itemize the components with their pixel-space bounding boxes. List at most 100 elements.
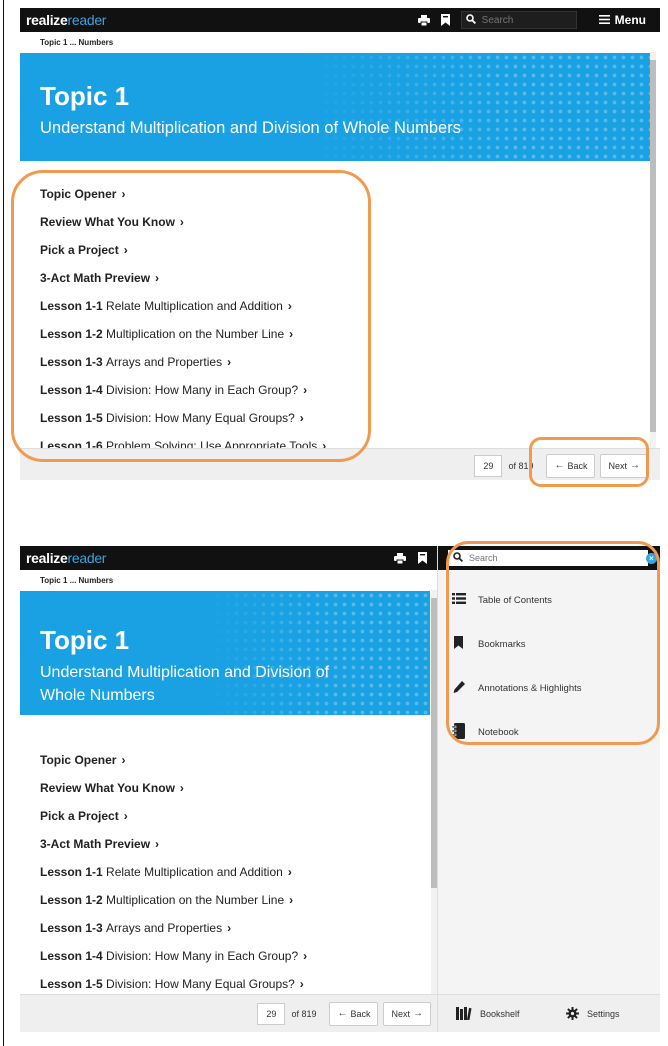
toc-item-lesson-number: Lesson 1-2 (40, 327, 103, 341)
top-toolbar: realizereader (20, 546, 437, 570)
pencil-icon (452, 680, 466, 697)
toc-item-title: Pick a Project (40, 243, 119, 257)
toc-item[interactable]: Lesson 1-2 Multiplication on the Number … (20, 886, 430, 914)
chevron-right-icon: › (303, 949, 308, 963)
side-menu-header: × (438, 546, 660, 570)
chevron-right-icon: › (289, 327, 294, 341)
topic-banner: Topic 1 Understand Multiplication and Di… (20, 591, 430, 715)
toc-item-lesson-number: Lesson 1-4 (40, 383, 103, 397)
app-logo[interactable]: realizereader (26, 550, 106, 566)
toc-item[interactable]: Topic Opener › (20, 746, 430, 774)
next-button[interactable]: Next → (600, 453, 648, 478)
toc-item[interactable]: Lesson 1-3 Arrays and Properties › (20, 348, 650, 376)
toc-item[interactable]: Lesson 1-3 Arrays and Properties › (20, 914, 430, 942)
toc-item-lesson-number: Lesson 1-4 (40, 949, 103, 963)
back-button[interactable]: ← Back (546, 453, 596, 478)
print-icon[interactable] (393, 551, 407, 565)
page-number-input[interactable] (257, 1002, 286, 1025)
next-button[interactable]: Next → (383, 1001, 431, 1026)
toc-item[interactable]: Lesson 1-1 Relate Multiplication and Add… (20, 858, 430, 886)
menu-item-label: Notebook (478, 726, 519, 738)
menu-item-notebook[interactable]: Notebook (438, 718, 660, 746)
toc-item[interactable]: Lesson 1-4 Division: How Many in Each Gr… (20, 376, 650, 404)
bookmark-icon[interactable] (439, 13, 453, 27)
settings-label: Settings (587, 1009, 620, 1019)
toc-item[interactable]: Topic Opener › (20, 180, 650, 208)
banner-dot-pattern (303, 53, 650, 161)
chevron-right-icon: › (179, 215, 184, 229)
next-label: Next (608, 460, 627, 471)
page-navigation-bar: of 819 ←Back Next→ (20, 448, 660, 480)
page-count-label: of 819 (508, 460, 534, 471)
menu-label: Menu (614, 13, 646, 27)
toc-item[interactable]: Pick a Project › (20, 802, 430, 830)
app-logo[interactable]: realizereader (26, 12, 106, 28)
menu-item-bookmarks[interactable]: Bookmarks (438, 630, 660, 658)
search-icon (465, 11, 476, 29)
settings-button[interactable]: Settings (566, 995, 620, 1032)
scrollbar-thumb[interactable] (650, 60, 656, 432)
toc-item[interactable]: 3-Act Math Preview › (20, 264, 650, 292)
toc-item-lesson-number: Lesson 1-1 (40, 299, 103, 313)
side-search-field[interactable] (448, 550, 648, 566)
toc-item-title: Relate Multiplication and Addition (106, 299, 283, 313)
menu-item-annotations[interactable]: Annotations & Highlights (438, 674, 660, 702)
toc-item-title: Review What You Know (40, 781, 175, 795)
toc-item[interactable]: Lesson 1-1 Relate Multiplication and Add… (20, 292, 650, 320)
logo-text-sub: reader (67, 550, 107, 566)
toc-item-title: Pick a Project (40, 809, 119, 823)
menu-item-label: Bookmarks (478, 638, 526, 650)
toc-item-title: Relate Multiplication and Addition (106, 865, 283, 879)
toc-item[interactable]: 3-Act Math Preview › (20, 830, 430, 858)
reader-view-menu-open: realizereader Topic 1 ... Numbers Topic … (20, 546, 660, 1032)
notebook-icon (451, 722, 466, 742)
toc-item-lesson-number: Lesson 1-5 (40, 977, 103, 991)
toc-item[interactable]: Review What You Know › (20, 208, 650, 236)
chevron-right-icon: › (227, 355, 232, 369)
chevron-right-icon: › (289, 893, 294, 907)
toc-item-title: 3-Act Math Preview (40, 837, 151, 851)
bookshelf-label: Bookshelf (480, 1009, 520, 1019)
page-frame: realizereader Menu Topic 1 ... Numbers T… (0, 0, 668, 1046)
topic-subtitle: Understand Multiplication and Division o… (40, 119, 461, 137)
toc-item[interactable]: Review What You Know › (20, 774, 430, 802)
toc-item-title: Division: How Many in Each Group? (106, 383, 299, 397)
bookshelf-button[interactable]: Bookshelf (456, 995, 520, 1032)
chevron-right-icon: › (121, 187, 126, 201)
bookmark-icon[interactable] (415, 551, 429, 565)
toc-item-lesson-number: Lesson 1-3 (40, 921, 103, 935)
menu-button[interactable]: Menu (598, 13, 646, 27)
search-input[interactable] (481, 14, 572, 26)
search-icon (453, 549, 464, 567)
search-field[interactable] (460, 11, 577, 29)
breadcrumb[interactable]: Topic 1 ... Numbers (20, 32, 660, 52)
menu-item-table-of-contents[interactable]: Table of Contents (438, 586, 660, 614)
table-of-contents-list: Topic Opener › Review What You Know › Pick… (20, 746, 430, 998)
print-icon[interactable] (417, 13, 431, 27)
content-scrollbar[interactable] (650, 52, 656, 448)
toc-item-title: Multiplication on the Number Line (106, 893, 285, 907)
toc-item[interactable]: Pick a Project › (20, 236, 650, 264)
back-button[interactable]: ← Back (329, 1001, 379, 1026)
menu-item-label: Table of Contents (478, 594, 552, 606)
toc-item[interactable]: Lesson 1-5 Division: How Many Equal Grou… (20, 404, 650, 432)
page-count-label: of 819 (291, 1008, 317, 1019)
toc-item[interactable]: Lesson 1-4 Division: How Many in Each Gr… (20, 942, 430, 970)
page-number-input[interactable] (474, 454, 503, 477)
chevron-right-icon: › (287, 299, 292, 313)
top-toolbar: realizereader Menu (20, 8, 660, 32)
chevron-right-icon: › (303, 383, 308, 397)
side-search-input[interactable] (469, 553, 619, 563)
side-menu-panel: × Table of Contents Bookmarks Annotation… (437, 546, 660, 1032)
logo-text-main: realize (26, 550, 68, 566)
logo-text-sub: reader (67, 12, 107, 28)
toc-item[interactable]: Lesson 1-2 Multiplication on the Number … (20, 320, 650, 348)
topic-subtitle-line: Understand Multiplication and Division o… (40, 664, 330, 681)
clear-search-icon[interactable]: × (646, 553, 657, 564)
left-border-line (3, 0, 4, 1046)
breadcrumb[interactable]: Topic 1 ... Numbers (20, 570, 437, 590)
hamburger-icon (598, 13, 610, 27)
gear-icon (566, 1006, 579, 1022)
chevron-right-icon: › (155, 837, 160, 851)
toc-item-title: Multiplication on the Number Line (106, 327, 285, 341)
